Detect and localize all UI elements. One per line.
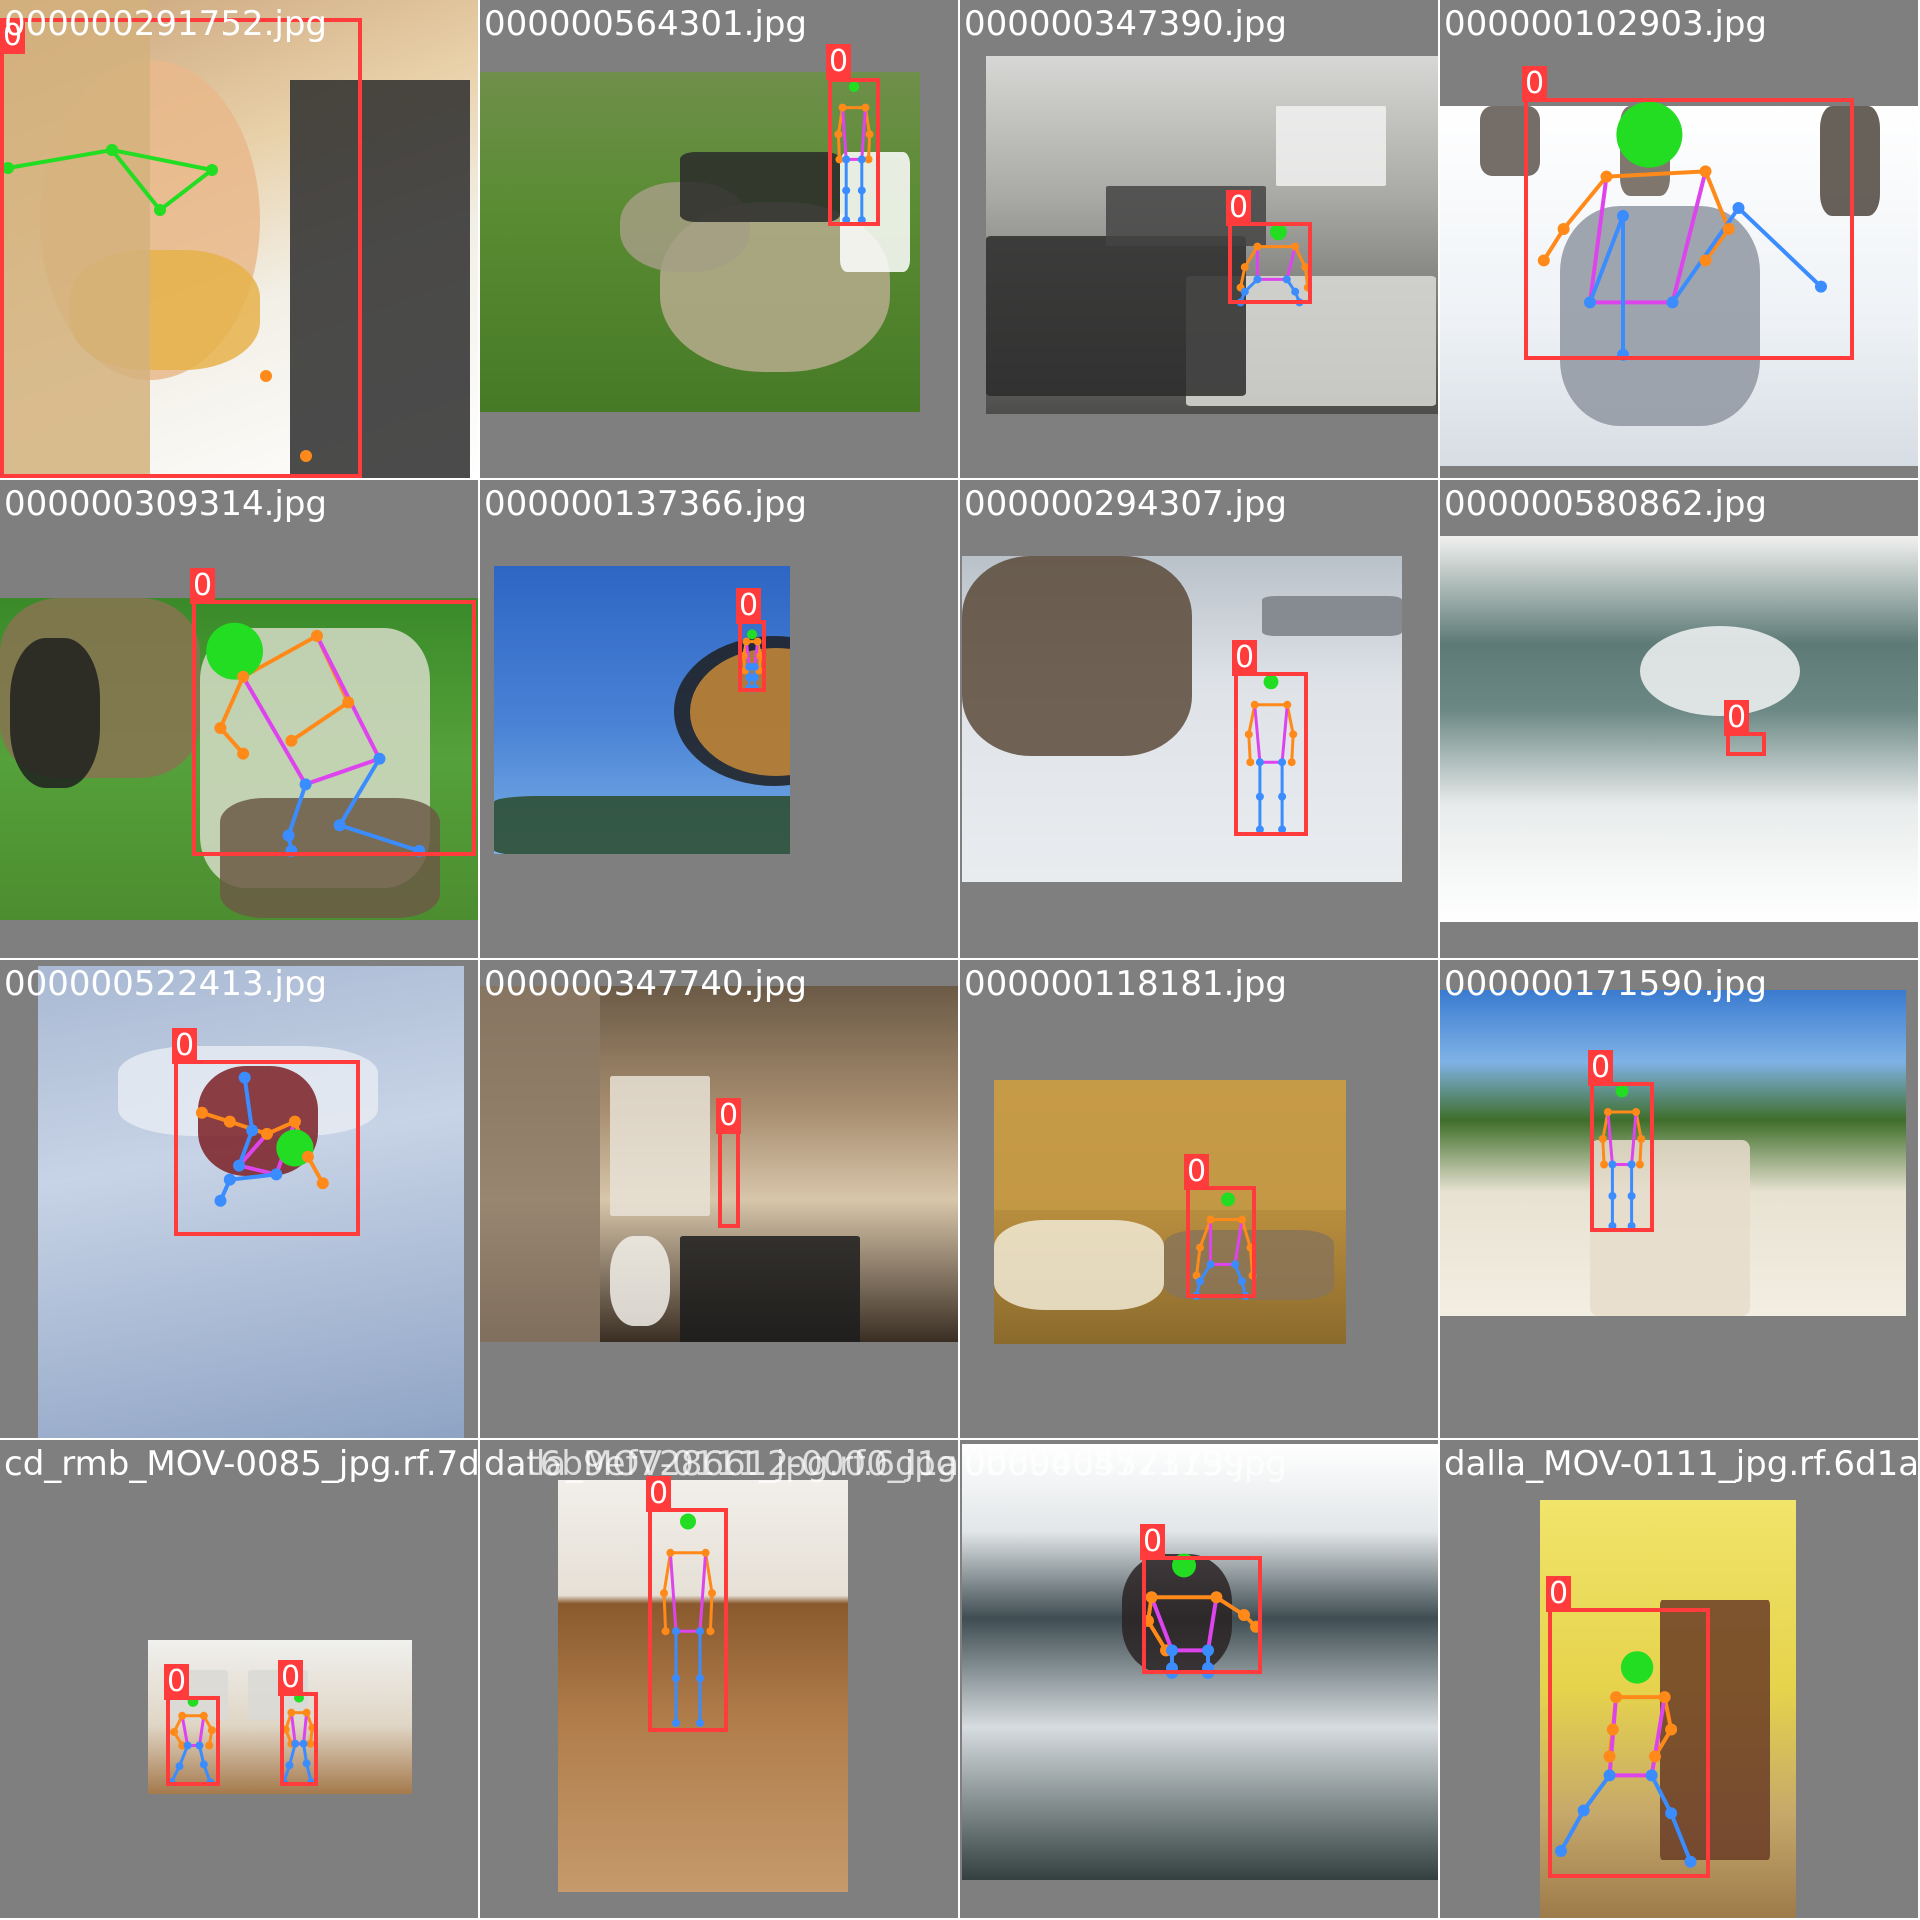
detection-class-label: 0 <box>164 1664 190 1700</box>
pose-overlay <box>1440 480 1920 960</box>
pose-overlay <box>1142 1553 1262 1679</box>
mosaic-tile: 0 0b69465573139 000000472179.jpg <box>960 1440 1440 1920</box>
detection-box <box>1590 1082 1654 1232</box>
detection-box <box>1142 1556 1262 1674</box>
detection-box <box>1228 222 1312 304</box>
detection-class-label: 0 <box>1232 640 1258 676</box>
detection-box <box>738 620 766 692</box>
tile-filename: 000000522413.jpg <box>4 964 327 1004</box>
detection-box <box>828 78 880 226</box>
pose-overlay <box>1598 1084 1646 1230</box>
detection-class-label: 0 <box>1226 190 1252 226</box>
detection-box <box>1548 1608 1710 1878</box>
detection-class-label: 0 <box>1724 700 1750 736</box>
tile-filename: dalla_MOV-0111_jpg.rf.6d1a <box>484 1444 960 1484</box>
detection-box <box>1186 1186 1256 1298</box>
tile-filename: 000000347740.jpg <box>484 964 807 1004</box>
detection-class-label: 0 <box>1522 66 1548 102</box>
tile-filename: 000000347390.jpg <box>964 4 1287 44</box>
pose-overlay <box>167 1692 317 1787</box>
tile-filename: 000000291752.jpg <box>4 4 327 44</box>
detection-class-label: 0 <box>716 1098 742 1134</box>
detection-class-label: 0 <box>1184 1154 1210 1190</box>
mosaic-tile: 0 000000137366.jpg <box>480 480 960 960</box>
mosaic-tile: 0 000000309314.jpg <box>0 480 480 960</box>
mosaic-tile: 0 dalla_MOV-0111_jpg.rf.6d1a <box>1440 1440 1920 1920</box>
mosaic-tile: 0 000000291752.jpg <box>0 0 480 480</box>
tile-filename: 000000118181.jpg <box>964 964 1287 1004</box>
detection-class-label: 0 <box>278 1660 304 1696</box>
detection-class-label: 0 <box>736 588 762 624</box>
detection-box <box>648 1508 728 1732</box>
tile-filename: 000000171590.jpg <box>1444 964 1767 1004</box>
tile-filename: 000000580862.jpg <box>1444 484 1767 524</box>
tile-filename: 000000564301.jpg <box>484 4 807 44</box>
detection-box <box>718 1128 740 1228</box>
tile-filename: 000000472179.jpg <box>964 1444 1287 1484</box>
pose-overlay <box>739 629 765 693</box>
mosaic-tile: 0 000000347740.jpg <box>480 960 960 1440</box>
tile-filename: 000000294307.jpg <box>964 484 1287 524</box>
tile-filename: cd_rmb_MOV-0085_jpg.rf.7d <box>4 1444 480 1484</box>
mosaic-tile: 0 0 cd_rmb_MOV-0085_jpg.rf.7d <box>0 1440 480 1920</box>
mosaic-tile: 0 000000171590.jpg <box>1440 960 1920 1440</box>
detection-box <box>280 1692 318 1786</box>
mosaic-tile: 0 000000522413.jpg <box>0 960 480 1440</box>
detection-class-label: 0 <box>190 568 216 604</box>
mosaic-tile: 0 000000118181.jpg <box>960 960 1440 1440</box>
mosaic-tile: 0 000000102903.jpg <box>1440 0 1920 480</box>
detection-box <box>0 18 362 478</box>
detection-class-label: 0 <box>826 44 852 80</box>
mosaic-tile: 0 dat6b9ef7286612-0000_jpg dalla_MOV-0111_… <box>480 1440 960 1920</box>
detection-box <box>174 1060 360 1236</box>
detection-class-label: 0 <box>172 1028 198 1064</box>
tile-filename: 000000102903.jpg <box>1444 4 1767 44</box>
detection-box <box>166 1696 220 1786</box>
detection-box <box>192 600 476 856</box>
mosaic-tile: 0 000000294307.jpg <box>960 480 1440 960</box>
mosaic-tile: 0 000000580862.jpg <box>1440 480 1920 960</box>
detection-class-label: 0 <box>1588 1050 1614 1086</box>
mosaic-tile: 0 000000564301.jpg <box>480 0 960 480</box>
mosaic-grid: 0 000000291752.jpg 0 000000564301.jpg 0 00000… <box>0 0 1920 1920</box>
tile-filename: dalla_MOV-0111_jpg.rf.6d1a <box>1444 1444 1920 1484</box>
detection-class-label: 0 <box>1546 1576 1572 1612</box>
mosaic-tile: 0 000000347390.jpg <box>960 0 1440 480</box>
detection-box <box>1234 672 1308 836</box>
detection-box <box>1524 98 1854 360</box>
tile-filename: 000000137366.jpg <box>484 484 807 524</box>
detection-class-label: 0 <box>1140 1524 1166 1560</box>
tile-filename: 000000309314.jpg <box>4 484 327 524</box>
pose-overlay <box>1244 674 1298 834</box>
pose-overlay <box>1236 223 1312 307</box>
pose-overlay <box>834 81 874 225</box>
